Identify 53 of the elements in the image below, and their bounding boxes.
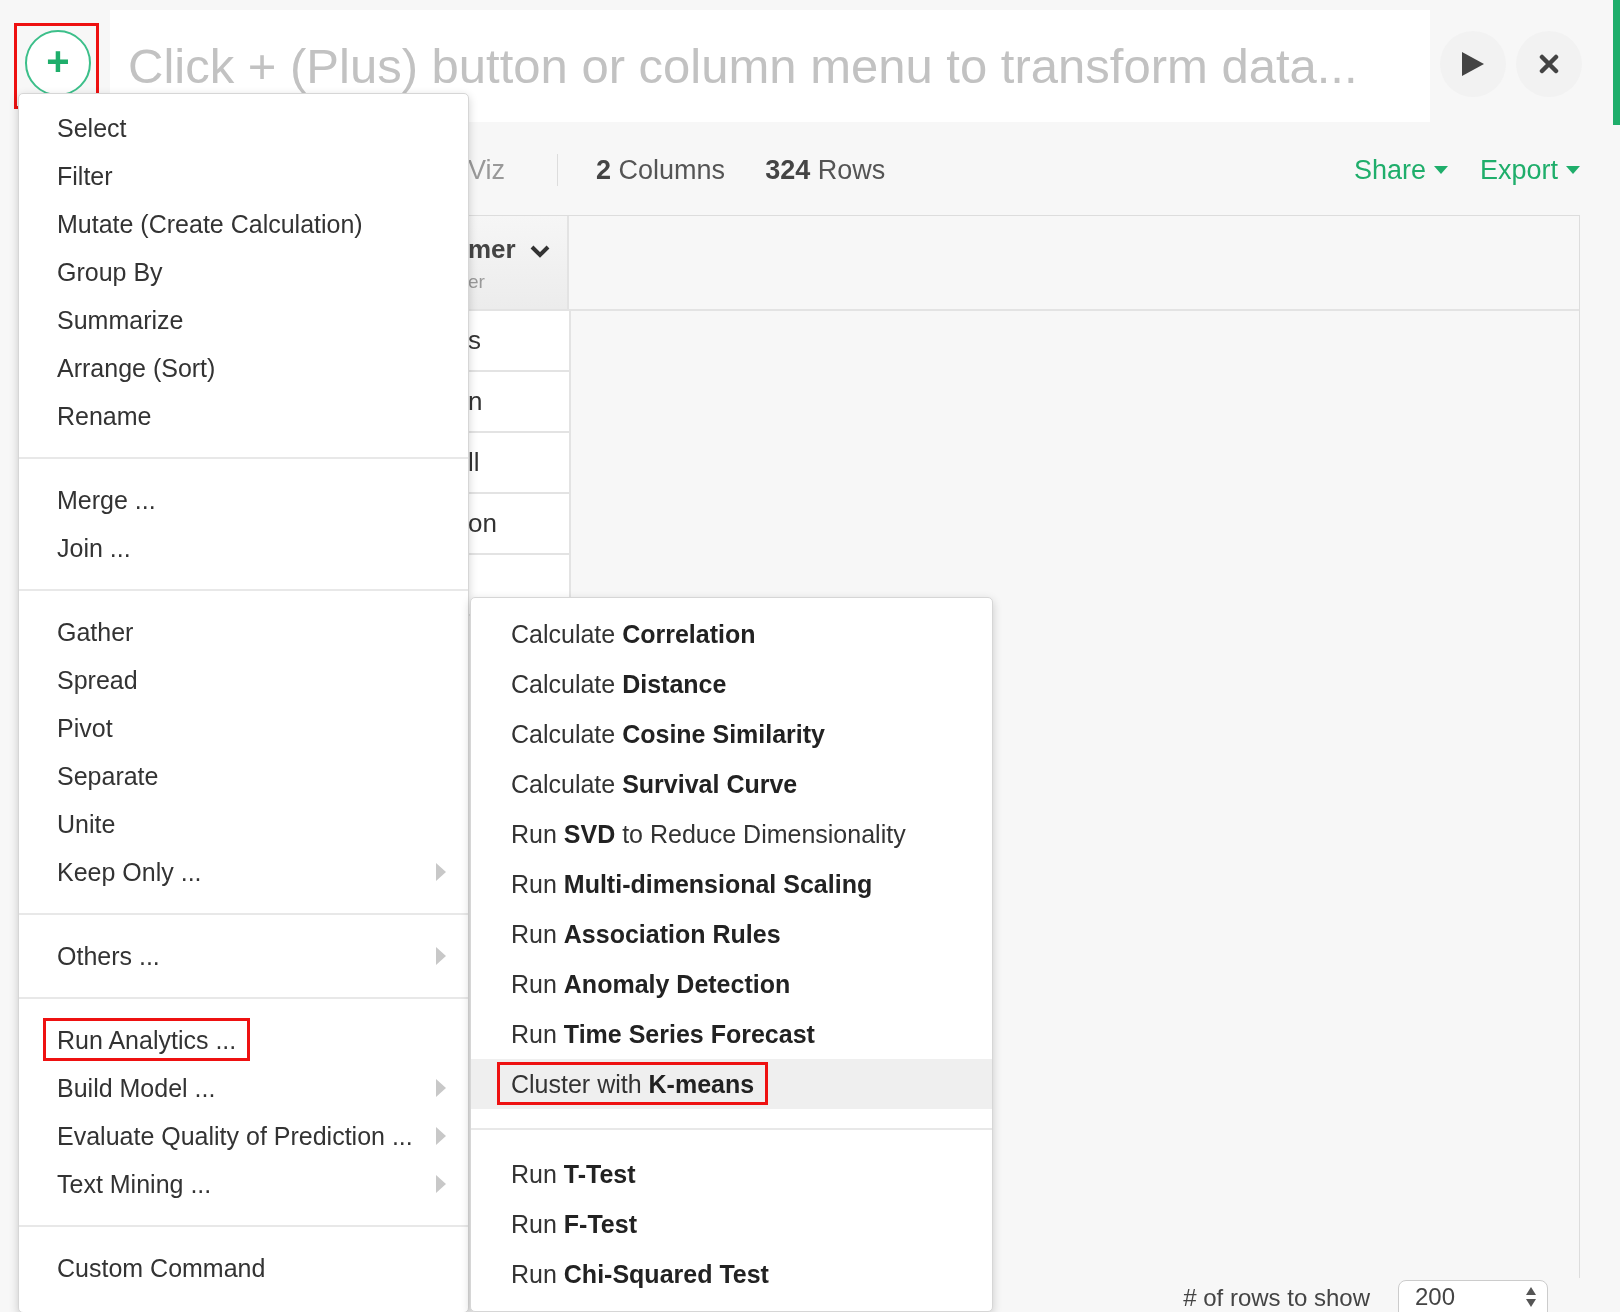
rows-select[interactable]: 200 — [1398, 1280, 1548, 1312]
submenu-arrow-icon — [436, 947, 446, 965]
menu-item[interactable]: Text Mining ... — [19, 1160, 468, 1208]
table-cell: n — [468, 372, 571, 433]
menu-item[interactable]: Join ... — [19, 524, 468, 572]
menu-item[interactable]: Gather — [19, 608, 468, 656]
menu-item[interactable]: Calculate Survival Curve — [471, 759, 992, 809]
menu-item[interactable]: Calculate Correlation — [471, 609, 992, 659]
menu-item[interactable]: Run SVD to Reduce Dimensionality — [471, 809, 992, 859]
stepper-icon — [1525, 1285, 1537, 1309]
menu-item[interactable]: Run Time Series Forecast — [471, 1009, 992, 1059]
menu-item[interactable]: Keep Only ... — [19, 848, 468, 896]
menu-item[interactable]: Summarize — [19, 296, 468, 344]
menu-item[interactable]: Evaluate Quality of Prediction ... — [19, 1112, 468, 1160]
menu-item[interactable]: Unite — [19, 800, 468, 848]
submenu-arrow-icon — [436, 863, 446, 881]
submenu-arrow-icon — [436, 1175, 446, 1193]
close-icon — [1539, 54, 1559, 74]
menu-item[interactable]: Custom Command — [19, 1244, 468, 1292]
menu-item[interactable]: Pivot — [19, 704, 468, 752]
submenu-arrow-icon — [436, 1079, 446, 1097]
menu-item[interactable]: Filter — [19, 152, 468, 200]
chevron-down-icon — [529, 244, 551, 258]
row-count: 324 Rows — [765, 154, 886, 186]
menu-item[interactable]: Run T-Test — [471, 1149, 992, 1199]
menu-item[interactable]: Rename — [19, 392, 468, 440]
menu-item[interactable]: Run F-Test — [471, 1199, 992, 1249]
menu-item[interactable]: Run Chi-Squared Test — [471, 1249, 992, 1299]
menu-item[interactable]: Run Multi-dimensional Scaling — [471, 859, 992, 909]
menu-item[interactable]: Run Analytics ... — [19, 1016, 468, 1064]
menu-item[interactable]: Separate — [19, 752, 468, 800]
rows-label: # of rows to show — [1183, 1284, 1370, 1312]
table-cell: ll — [468, 433, 571, 494]
menu-item[interactable]: Spread — [19, 656, 468, 704]
menu-item[interactable]: Build Model ... — [19, 1064, 468, 1112]
caret-icon — [1566, 166, 1580, 174]
menu-item[interactable]: Others ... — [19, 932, 468, 980]
menu-item[interactable]: Run Association Rules — [471, 909, 992, 959]
menu-item[interactable]: Cluster with K-means — [471, 1059, 992, 1109]
menu-item[interactable]: Calculate Cosine Similarity — [471, 709, 992, 759]
menu-item[interactable]: Merge ... — [19, 476, 468, 524]
menu-item[interactable]: Mutate (Create Calculation) — [19, 200, 468, 248]
table-cell: on — [468, 494, 571, 555]
menu-item[interactable]: Arrange (Sort) — [19, 344, 468, 392]
caret-icon — [1433, 166, 1448, 174]
menu-item[interactable]: Group By — [19, 248, 468, 296]
submenu-arrow-icon — [436, 1127, 446, 1145]
table-cell: s — [468, 311, 571, 372]
column-count: 2 Columns — [596, 154, 726, 186]
column-header[interactable]: mer er — [468, 216, 569, 309]
play-icon — [1462, 52, 1484, 76]
menu-item[interactable]: Calculate Distance — [471, 659, 992, 709]
menu-item[interactable]: Run Anomaly Detection — [471, 959, 992, 1009]
